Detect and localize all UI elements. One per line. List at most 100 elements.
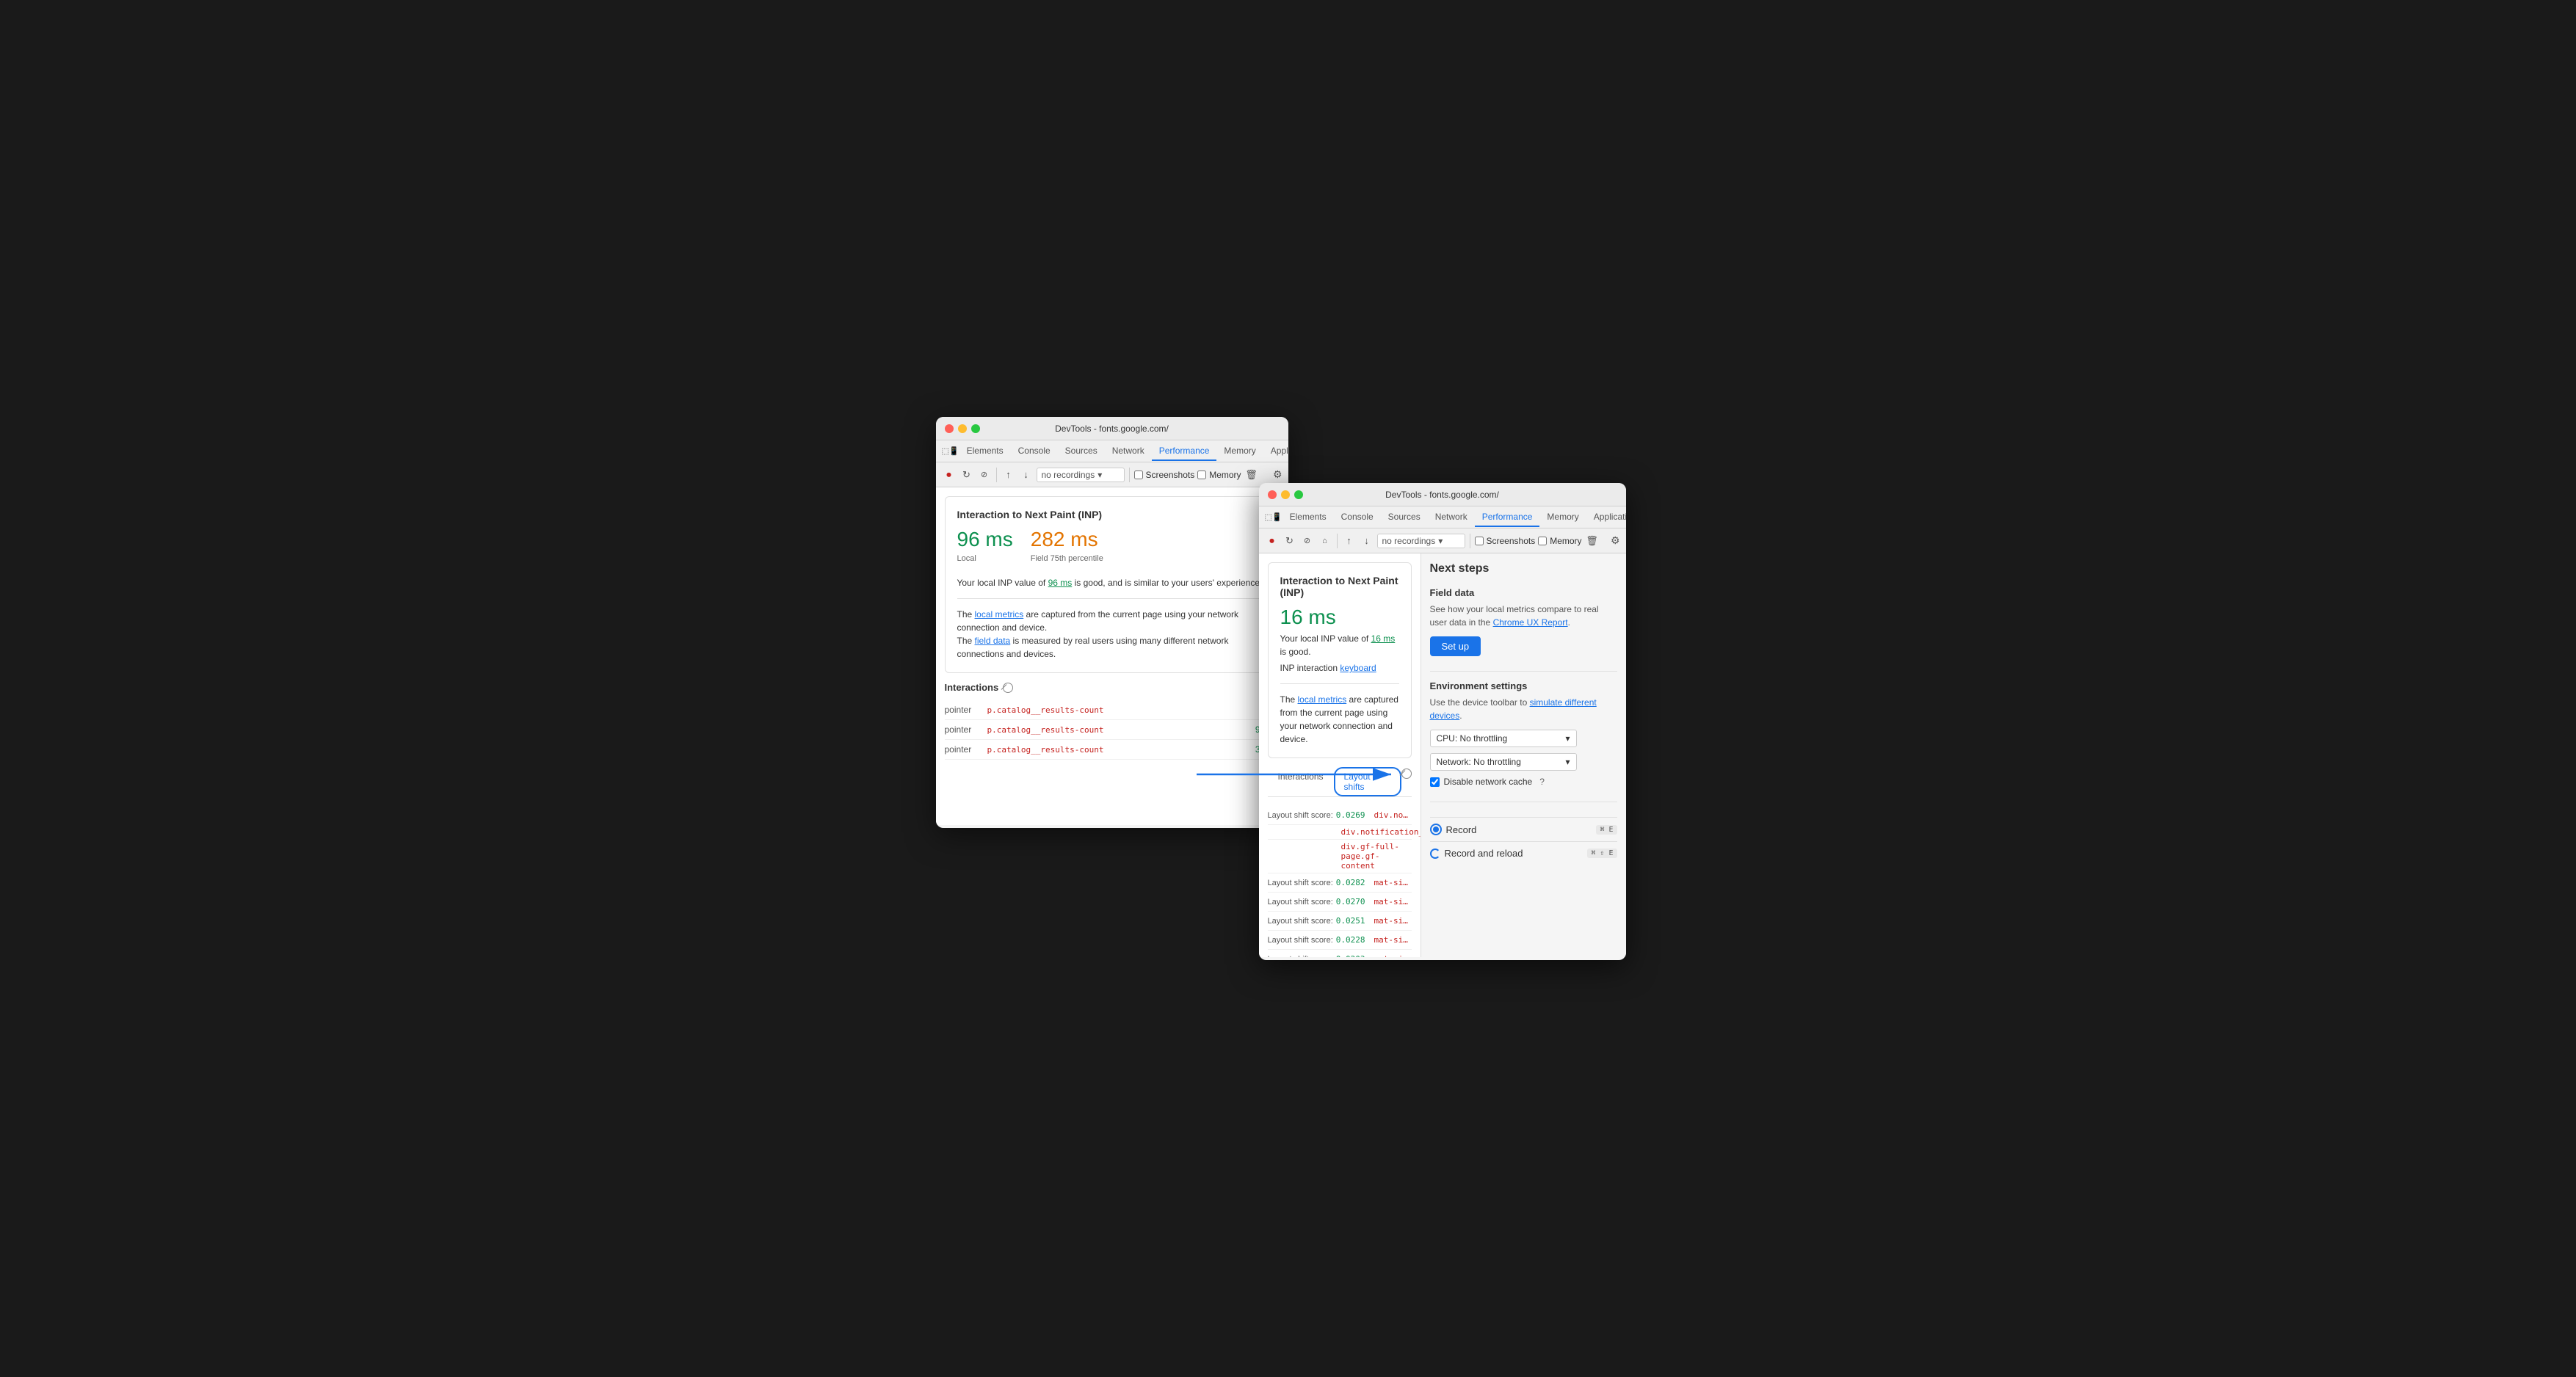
inp-metrics-row: 96 ms Local 282 ms Field 75th percentile: [957, 528, 1267, 570]
recording-select-2[interactable]: no recordings ▾: [1377, 534, 1465, 548]
cpu-select[interactable]: CPU: No throttling ▾: [1430, 730, 1577, 747]
tab-application-1[interactable]: Application: [1263, 442, 1288, 461]
recording-select-1[interactable]: no recordings ▾: [1037, 468, 1125, 482]
stop-icon-2[interactable]: ⊘: [1300, 534, 1315, 548]
maximize-button-1[interactable]: [971, 424, 980, 433]
keyboard-link[interactable]: keyboard: [1340, 663, 1376, 673]
inspect-icon-2[interactable]: ⬚: [1265, 510, 1272, 525]
tab-console-1[interactable]: Console: [1011, 442, 1058, 461]
garbage-icon-2[interactable]: 🗑: [1585, 534, 1600, 548]
divider-3: [1430, 671, 1617, 672]
tab-layout-shifts[interactable]: Layout shifts: [1334, 767, 1401, 796]
inp-title-1: Interaction to Next Paint (INP): [957, 509, 1267, 520]
record-reload-row: Record and reload ⌘ ⇧ E: [1430, 841, 1617, 865]
tab-elements-2[interactable]: Elements: [1282, 508, 1334, 527]
interaction-row-2: pointer p.catalog__results-count 32 ms: [945, 740, 1280, 760]
memory-checkbox-2[interactable]: Memory: [1538, 536, 1581, 546]
settings-icon-2[interactable]: ⚙: [1273, 468, 1282, 480]
layout-shifts-list: Layout shift score: 0.0269 div.notificat…: [1268, 806, 1412, 957]
inp-local-value: 96 ms: [957, 528, 1013, 551]
tab-network-1[interactable]: Network: [1105, 442, 1152, 461]
stop-icon-1[interactable]: ⊘: [977, 468, 992, 482]
inspect-icon[interactable]: ⬚: [942, 444, 949, 459]
w2-content: Interaction to Next Paint (INP) 16 ms Yo…: [1259, 553, 1626, 957]
tab-interactions[interactable]: Interactions: [1268, 767, 1334, 796]
settings-icon-4[interactable]: ⚙: [1611, 534, 1620, 546]
record-reload-shortcut: ⌘ ⇧ E: [1587, 849, 1617, 858]
inp-value-link[interactable]: 96 ms: [1048, 578, 1073, 588]
record-icon-1[interactable]: ⏺: [942, 468, 957, 482]
tab-memory-2[interactable]: Memory: [1539, 508, 1586, 527]
record-shortcut: ⌘ E: [1596, 825, 1617, 835]
minimize-button-1[interactable]: [958, 424, 967, 433]
record-reload-label: Record and reload: [1430, 848, 1523, 859]
window-title-1: DevTools - fonts.google.com/: [1055, 424, 1169, 434]
minimize-button-2[interactable]: [1281, 490, 1290, 499]
local-metrics-link-2[interactable]: local metrics: [1298, 694, 1347, 705]
field-data-desc: See how your local metrics compare to re…: [1430, 603, 1617, 629]
maximize-button-2[interactable]: [1294, 490, 1303, 499]
close-button-2[interactable]: [1268, 490, 1277, 499]
record-section: Record ⌘ E Record and reload ⌘ ⇧ E: [1430, 817, 1617, 865]
inp-local-label: Local: [957, 554, 1013, 563]
inp-16ms-link[interactable]: 16 ms: [1371, 633, 1396, 644]
inp-desc-2b: The local metrics are captured from the …: [1280, 693, 1399, 746]
titlebar-2: DevTools - fonts.google.com/: [1259, 483, 1626, 506]
close-button-1[interactable]: [945, 424, 954, 433]
upload-icon-1[interactable]: ↑: [1001, 468, 1016, 482]
setup-button[interactable]: Set up: [1430, 636, 1481, 656]
inp-description-1: Your local INP value of 96 ms is good, a…: [957, 576, 1267, 589]
inp-card-2: Interaction to Next Paint (INP) 16 ms Yo…: [1268, 562, 1412, 758]
inp-description-2: The local metrics are captured from the …: [957, 608, 1267, 661]
reload-icon: [1430, 849, 1440, 859]
sep-2: [1129, 468, 1130, 482]
panel-tabs: Interactions Layout shifts: [1268, 767, 1412, 797]
device-icon[interactable]: 📱: [949, 444, 959, 459]
tab-console-2[interactable]: Console: [1334, 508, 1381, 527]
screenshots-checkbox-1[interactable]: Screenshots: [1134, 470, 1195, 480]
inp-field-metric: 282 ms Field 75th percentile: [1031, 528, 1103, 570]
upload-icon-2[interactable]: ↑: [1342, 534, 1357, 548]
memory-checkbox-1[interactable]: Memory: [1197, 470, 1241, 480]
inp-field-label: Field 75th percentile: [1031, 554, 1103, 563]
sep-3: [1337, 534, 1338, 548]
devtools-window-1: DevTools - fonts.google.com/ ⬚ 📱 Element…: [936, 417, 1288, 828]
screenshots-checkbox-2[interactable]: Screenshots: [1475, 536, 1536, 546]
refresh-icon-2[interactable]: ↻: [1282, 534, 1297, 548]
tab-performance-2[interactable]: Performance: [1475, 508, 1540, 527]
tab-sources-1[interactable]: Sources: [1058, 442, 1105, 461]
tab-performance-1[interactable]: Performance: [1152, 442, 1217, 461]
shift-row-1: Layout shift score: 0.0282 mat-sidenav-c…: [1268, 873, 1412, 893]
shift-sub-0a: div.notification__actions: [1268, 825, 1412, 840]
garbage-icon-1[interactable]: 🗑: [1244, 468, 1259, 482]
shift-sub-0b: div.gf-full-page.gf-content: [1268, 840, 1412, 873]
tab-memory-1[interactable]: Memory: [1216, 442, 1263, 461]
interactions-section-title: Interactions: [945, 682, 1280, 693]
window-title-2: DevTools - fonts.google.com/: [1385, 490, 1499, 500]
disable-cache-input[interactable]: [1430, 777, 1440, 787]
inp-desc-2a: Your local INP value of 16 ms is good.: [1280, 632, 1399, 658]
tab-application-2[interactable]: Application: [1586, 508, 1626, 527]
download-icon-1[interactable]: ↓: [1019, 468, 1034, 482]
shift-row-5: Layout shift score: 0.0203 mat-sidenav-c…: [1268, 950, 1412, 957]
interactions-info-icon: [1003, 683, 1013, 693]
crux-report-link[interactable]: Chrome UX Report: [1493, 617, 1568, 628]
simulate-devices-link[interactable]: simulate different devices: [1430, 697, 1597, 721]
field-data-link-1[interactable]: field data: [975, 636, 1011, 646]
local-metrics-link-1[interactable]: local metrics: [975, 609, 1024, 620]
tab-elements-1[interactable]: Elements: [959, 442, 1011, 461]
download-icon-2[interactable]: ↓: [1360, 534, 1374, 548]
tab-sources-2[interactable]: Sources: [1381, 508, 1428, 527]
device-icon-2[interactable]: 📱: [1272, 510, 1282, 525]
home-icon-2[interactable]: ⌂: [1318, 534, 1332, 548]
cache-help-icon[interactable]: ?: [1539, 777, 1545, 787]
refresh-icon-1[interactable]: ↻: [959, 468, 974, 482]
shift-row-0: Layout shift score: 0.0269 div.notificat…: [1268, 806, 1412, 825]
network-select[interactable]: Network: No throttling ▾: [1430, 753, 1577, 771]
interaction-row-1: pointer p.catalog__results-count 96 ms: [945, 720, 1280, 740]
tab-network-2[interactable]: Network: [1428, 508, 1475, 527]
env-settings-desc: Use the device toolbar to simulate diffe…: [1430, 696, 1617, 722]
shift-row-2: Layout shift score: 0.0270 mat-sidenav-c…: [1268, 893, 1412, 912]
sep-1: [996, 468, 997, 482]
record-icon-2[interactable]: ⏺: [1265, 534, 1280, 548]
